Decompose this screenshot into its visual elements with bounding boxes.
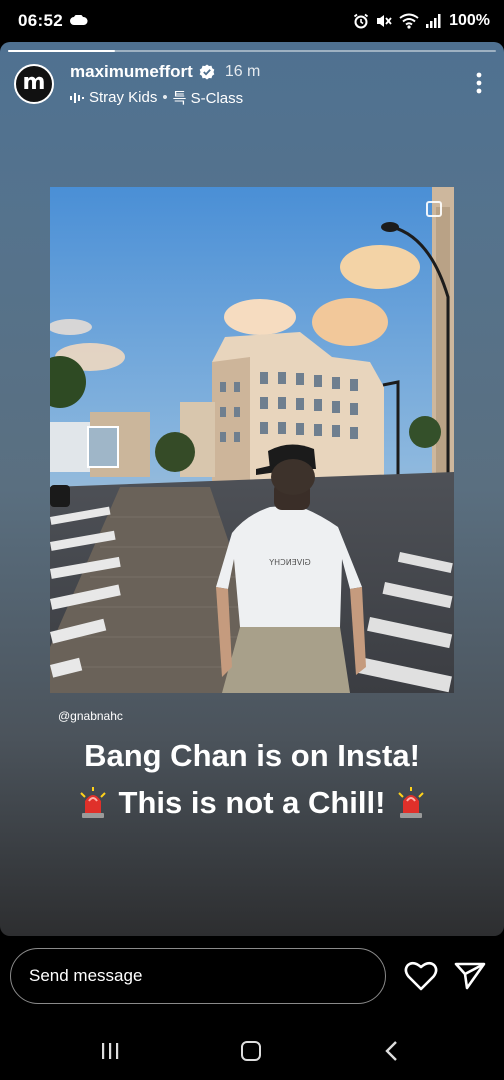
reply-bar: Send message (0, 936, 504, 1022)
caption-line-2: This is not a Chill! (118, 785, 386, 820)
home-icon[interactable] (241, 1041, 261, 1061)
shirt-logo-text: GIVENCHY (269, 558, 311, 567)
story-progress-fill (8, 50, 116, 52)
music-track: 특 S-Class (172, 90, 244, 107)
recent-apps-icon[interactable] (100, 1042, 120, 1060)
avatar-letter: m (22, 70, 46, 95)
music-artist: Stray Kids (89, 89, 158, 106)
send-message-placeholder: Send message (29, 966, 143, 985)
story-photo: GIVENCHY (50, 187, 454, 693)
system-nav-bar (0, 1022, 504, 1080)
back-icon[interactable] (384, 1041, 398, 1061)
heart-icon[interactable] (404, 960, 438, 992)
username[interactable]: maximumeffort (70, 62, 193, 82)
wifi-icon (399, 13, 419, 29)
siren-icon (79, 787, 106, 818)
street-scene-image: GIVENCHY (50, 187, 454, 693)
send-message-input[interactable]: Send message (10, 948, 386, 1004)
status-time: 06:52 (18, 11, 63, 30)
more-options-icon[interactable] (476, 72, 482, 94)
send-icon[interactable] (454, 960, 486, 992)
verified-badge-icon (199, 64, 215, 80)
story-header: maximumeffort 16 m (70, 62, 260, 82)
story-time-ago: 16 m (224, 63, 261, 80)
battery-level: 100% (449, 12, 490, 29)
avatar[interactable]: m (14, 64, 54, 104)
siren-icon (398, 787, 425, 818)
story-card[interactable]: m maximumeffort 16 m Stray Kids • 특 S-Cl… (0, 42, 504, 936)
alarm-icon (354, 13, 369, 29)
caption-line-2-row: This is not a Chill! (0, 785, 504, 821)
status-bar: 06:52 100% (0, 0, 504, 42)
audio-bars-icon (70, 92, 84, 103)
status-icons: 100% (353, 10, 490, 32)
music-sticker[interactable]: Stray Kids • 특 S-Class (70, 87, 243, 108)
caption-line-1: Bang Chan is on Insta! (84, 738, 420, 773)
cloud-icon (70, 15, 88, 25)
multi-image-icon (426, 201, 442, 217)
music-separator: • (162, 89, 168, 106)
photo-handle: @gnabnahc (58, 709, 123, 723)
signal-icon (426, 14, 441, 28)
story-progress-bar (8, 50, 496, 52)
mute-icon (377, 15, 392, 27)
